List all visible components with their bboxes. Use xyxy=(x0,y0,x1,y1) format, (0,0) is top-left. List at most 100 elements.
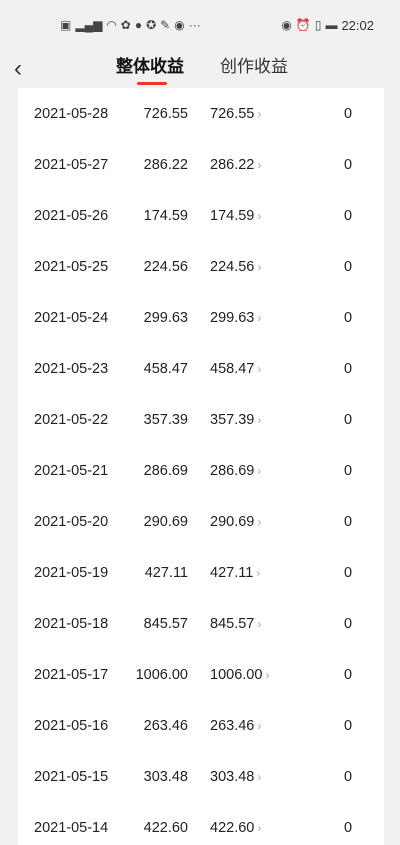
status-left-icons: ▣ ▂▄▆ ◠ ✿ ● ✪ ✎ ◉ ··· xyxy=(60,18,201,32)
row-date: 2021-05-27 xyxy=(34,156,109,173)
row-detail-link[interactable]: 357.39 › xyxy=(210,412,261,428)
row-detail-value: 286.22 xyxy=(210,156,255,173)
alarm-icon: ⏰ xyxy=(295,18,311,32)
row-date: 2021-05-16 xyxy=(34,717,109,734)
row-detail-value: 726.55 xyxy=(210,105,255,122)
row-total-earnings: 427.11 xyxy=(144,564,188,581)
eye-icon: ◉ xyxy=(281,18,292,32)
row-date: 2021-05-19 xyxy=(34,564,109,581)
table-row[interactable]: 2021-05-16 263.46 263.46 › 0 xyxy=(18,700,384,751)
chevron-right-icon: › xyxy=(257,361,262,376)
chevron-right-icon: › xyxy=(256,565,261,580)
row-detail-value: 299.63 xyxy=(210,309,255,326)
row-detail-link[interactable]: 422.60 › xyxy=(210,820,261,836)
row-date: 2021-05-23 xyxy=(34,360,109,377)
table-row[interactable]: 2021-05-14 422.60 422.60 › 0 xyxy=(18,802,384,845)
row-date: 2021-05-18 xyxy=(34,615,109,632)
app-icon: ✿ xyxy=(120,18,131,32)
chevron-right-icon: › xyxy=(257,259,262,274)
hd-icon: ▣ xyxy=(60,18,72,32)
row-date: 2021-05-15 xyxy=(34,768,109,785)
row-other-earnings: 0 xyxy=(344,819,353,836)
table-row[interactable]: 2021-05-17 1006.00 1006.00 › 0 xyxy=(18,649,384,700)
chevron-right-icon: › xyxy=(257,106,262,121)
row-detail-link[interactable]: 286.22 › xyxy=(210,157,261,173)
row-detail-link[interactable]: 174.59 › xyxy=(210,208,261,224)
row-total-earnings: 299.63 xyxy=(143,309,188,326)
row-other-earnings: 0 xyxy=(344,462,353,479)
chevron-right-icon: › xyxy=(257,463,262,478)
row-total-earnings: 286.69 xyxy=(143,462,188,479)
row-date: 2021-05-25 xyxy=(34,258,109,275)
row-detail-link[interactable]: 290.69 › xyxy=(210,514,261,530)
row-detail-link[interactable]: 458.47 › xyxy=(210,361,261,377)
chevron-right-icon: › xyxy=(257,718,262,733)
row-total-earnings: 286.22 xyxy=(143,156,188,173)
row-detail-link[interactable]: 427.11 › xyxy=(210,565,260,581)
row-detail-link[interactable]: 845.57 › xyxy=(210,616,261,632)
row-detail-link[interactable]: 263.46 › xyxy=(210,718,261,734)
chevron-right-icon: › xyxy=(257,157,262,172)
row-detail-link[interactable]: 726.55 › xyxy=(210,106,261,122)
row-total-earnings: 174.59 xyxy=(143,207,188,224)
table-row[interactable]: 2021-05-19 427.11 427.11 › 0 xyxy=(18,547,384,598)
row-detail-value: 357.39 xyxy=(210,411,255,428)
tab-creation-earnings[interactable]: 创作收益 xyxy=(220,52,288,77)
row-other-earnings: 0 xyxy=(344,768,353,785)
table-row[interactable]: 2021-05-25 224.56 224.56 › 0 xyxy=(18,241,384,292)
row-other-earnings: 0 xyxy=(344,156,353,173)
table-row[interactable]: 2021-05-26 174.59 174.59 › 0 xyxy=(18,190,384,241)
app-icon: ✎ xyxy=(160,18,171,32)
row-detail-link[interactable]: 224.56 › xyxy=(210,259,261,275)
row-total-earnings: 357.39 xyxy=(143,411,188,428)
row-other-earnings: 0 xyxy=(344,360,353,377)
table-row[interactable]: 2021-05-18 845.57 845.57 › 0 xyxy=(18,598,384,649)
table-row[interactable]: 2021-05-28 726.55 726.55 › 0 xyxy=(18,88,384,139)
row-total-earnings: 290.69 xyxy=(143,513,188,530)
row-detail-link[interactable]: 299.63 › xyxy=(210,310,261,326)
tab-overall-earnings[interactable]: 整体收益 xyxy=(116,52,184,77)
table-row[interactable]: 2021-05-21 286.69 286.69 › 0 xyxy=(18,445,384,496)
row-total-earnings: 303.48 xyxy=(143,768,188,785)
row-total-earnings: 458.47 xyxy=(143,360,188,377)
row-total-earnings: 263.46 xyxy=(143,717,188,734)
table-row[interactable]: 2021-05-15 303.48 303.48 › 0 xyxy=(18,751,384,802)
table-row[interactable]: 2021-05-27 286.22 286.22 › 0 xyxy=(18,139,384,190)
row-detail-link[interactable]: 303.48 › xyxy=(210,769,261,785)
table-row[interactable]: 2021-05-24 299.63 299.63 › 0 xyxy=(18,292,384,343)
status-bar: ▣ ▂▄▆ ◠ ✿ ● ✪ ✎ ◉ ··· ◉ ⏰ ▯ ▬ 22:02 xyxy=(0,0,400,50)
app-icon: ◉ xyxy=(174,18,185,32)
row-other-earnings: 0 xyxy=(344,207,353,224)
earnings-list[interactable]: 2021-05-28 726.55 726.55 › 0 2021-05-27 286.22… xyxy=(18,88,384,845)
row-detail-value: 174.59 xyxy=(210,207,255,224)
row-other-earnings: 0 xyxy=(344,666,353,683)
row-date: 2021-05-14 xyxy=(34,819,109,836)
nav-bar: ‹ 整体收益 创作收益 xyxy=(0,50,400,88)
table-row[interactable]: 2021-05-20 290.69 290.69 › 0 xyxy=(18,496,384,547)
row-date: 2021-05-21 xyxy=(34,462,109,479)
row-detail-value: 427.11 xyxy=(210,564,254,581)
chevron-right-icon: › xyxy=(257,208,262,223)
table-row[interactable]: 2021-05-23 458.47 458.47 › 0 xyxy=(18,343,384,394)
row-date: 2021-05-26 xyxy=(34,207,109,224)
row-detail-value: 303.48 xyxy=(210,768,255,785)
row-other-earnings: 0 xyxy=(344,309,353,326)
battery-icon: ▬ xyxy=(325,18,338,32)
row-detail-link[interactable]: 1006.00 › xyxy=(210,667,269,683)
table-row[interactable]: 2021-05-22 357.39 357.39 › 0 xyxy=(18,394,384,445)
chevron-right-icon: › xyxy=(257,820,262,835)
row-detail-value: 1006.00 xyxy=(210,666,263,683)
row-detail-value: 458.47 xyxy=(210,360,255,377)
row-total-earnings: 224.56 xyxy=(143,258,188,275)
row-date: 2021-05-22 xyxy=(34,411,109,428)
status-time: 22:02 xyxy=(341,17,374,33)
row-detail-value: 422.60 xyxy=(210,819,255,836)
active-tab-indicator xyxy=(137,82,167,85)
chevron-right-icon: › xyxy=(257,616,262,631)
row-other-earnings: 0 xyxy=(344,513,353,530)
row-other-earnings: 0 xyxy=(344,258,353,275)
row-detail-link[interactable]: 286.69 › xyxy=(210,463,261,479)
chevron-right-icon: › xyxy=(257,412,262,427)
tab-bar: 整体收益 创作收益 xyxy=(0,50,400,88)
row-total-earnings: 1006.00 xyxy=(135,666,188,683)
